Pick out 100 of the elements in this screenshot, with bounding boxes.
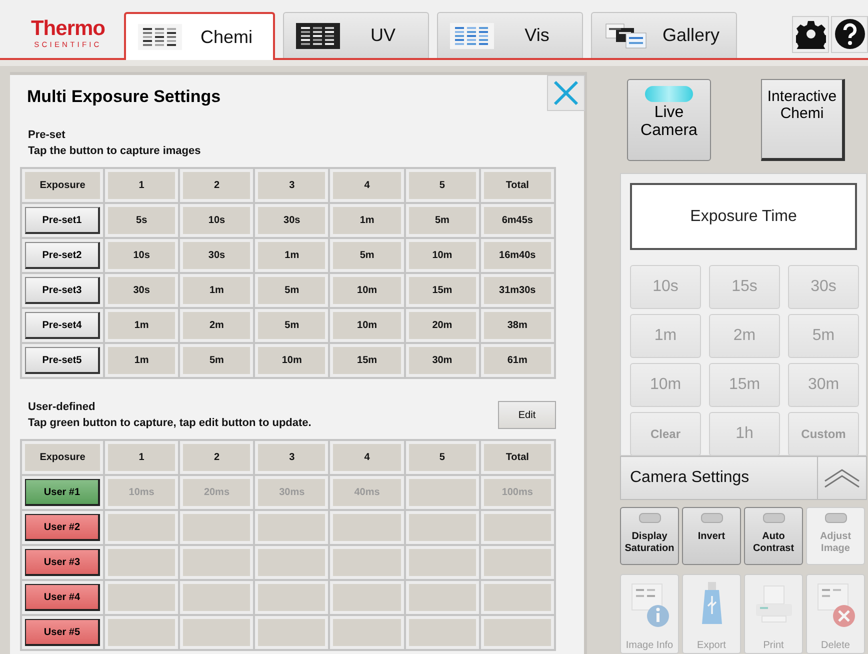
column-header: 1 xyxy=(108,172,176,199)
tab[interactable]: Vis xyxy=(437,12,583,58)
table-cell: 5m xyxy=(408,207,476,234)
table-cell: 10s xyxy=(108,242,176,269)
empty-cell xyxy=(408,619,476,646)
settings-button[interactable] xyxy=(792,16,829,52)
table-cell: 38m xyxy=(484,312,551,339)
section-heading: User-defined xyxy=(28,400,96,415)
table-cell: 10s xyxy=(183,207,250,234)
table-cell: 10ms xyxy=(108,479,176,506)
capture-button[interactable]: User #1 xyxy=(25,479,100,506)
column-header: 3 xyxy=(258,444,326,471)
edit-button[interactable]: Edit xyxy=(498,401,556,429)
empty-cell xyxy=(408,479,476,506)
preset-button[interactable]: Pre-set3 xyxy=(25,277,100,304)
empty-cell xyxy=(183,584,250,611)
empty-cell xyxy=(484,549,551,576)
table-cell: 10m xyxy=(333,277,401,304)
table-cell: 1m xyxy=(333,207,401,234)
empty-cell xyxy=(108,514,176,541)
empty-cell xyxy=(408,584,476,611)
empty-cell xyxy=(183,549,250,576)
section-hint: Tap green button to capture, tap edit button to update. xyxy=(28,416,312,431)
table-cell: 15m xyxy=(333,347,401,374)
column-header: Total xyxy=(484,444,551,471)
table-cell: 10m xyxy=(333,312,401,339)
table-cell: 5m xyxy=(258,277,326,304)
table-cell: 1m xyxy=(258,242,326,269)
column-header: 2 xyxy=(183,172,250,199)
empty-cell xyxy=(258,619,326,646)
table-cell: 20m xyxy=(408,312,476,339)
column-header: 3 xyxy=(258,172,326,199)
toggle-button[interactable]: Auto Contrast xyxy=(744,507,803,565)
capture-button[interactable]: User #3 xyxy=(25,549,100,576)
live-camera-button[interactable]: Live Camera xyxy=(627,79,711,161)
table-cell: 5m xyxy=(333,242,401,269)
toggle-button[interactable]: Invert xyxy=(682,507,741,565)
table-cell: 30s xyxy=(258,207,326,234)
gel-thumbnail-icon xyxy=(296,22,340,48)
capture-button[interactable]: User #4 xyxy=(25,584,100,611)
preset-button[interactable]: Pre-set1 xyxy=(25,207,100,234)
gel-thumbnail-icon xyxy=(138,24,182,50)
column-header: Total xyxy=(484,172,551,199)
logo-wordmark: Thermo xyxy=(30,18,105,40)
empty-cell xyxy=(333,619,401,646)
column-header: 4 xyxy=(333,172,401,199)
table-cell: 5m xyxy=(183,347,250,374)
table-cell: 1m xyxy=(183,277,250,304)
empty-cell xyxy=(333,584,401,611)
empty-cell xyxy=(258,549,326,576)
table-cell: 20ms xyxy=(183,479,250,506)
empty-cell xyxy=(108,584,176,611)
table-cell: 6m45s xyxy=(484,207,551,234)
column-header: 2 xyxy=(183,444,250,471)
dialog-title: Multi Exposure Settings xyxy=(27,87,221,108)
column-header: 5 xyxy=(408,172,476,199)
empty-cell xyxy=(258,584,326,611)
tab[interactable]: UV xyxy=(283,12,429,58)
preset-button[interactable]: Pre-set5 xyxy=(25,347,100,374)
empty-cell xyxy=(108,619,176,646)
table-cell: 10m xyxy=(258,347,326,374)
table-cell: 16m40s xyxy=(484,242,551,269)
section-hint: Tap the button to capture images xyxy=(28,144,202,159)
interactive-chemi-button[interactable]: Interactive Chemi xyxy=(761,79,845,161)
table-cell: 40ms xyxy=(333,479,401,506)
column-header: 1 xyxy=(108,444,176,471)
section-title: Camera Settings xyxy=(629,469,750,487)
empty-cell xyxy=(183,619,250,646)
exposure-time-display: Exposure Time xyxy=(630,183,857,250)
chevron-up-icon xyxy=(823,467,861,489)
preset-button[interactable]: Pre-set4 xyxy=(25,312,100,339)
close-icon xyxy=(553,80,579,106)
help-icon xyxy=(834,18,866,50)
empty-cell xyxy=(408,549,476,576)
toggle-button[interactable]: Display Saturation xyxy=(620,507,679,565)
table-cell: 30ms xyxy=(258,479,326,506)
table-cell: 61m xyxy=(484,347,551,374)
settings-icon xyxy=(796,19,826,49)
table-cell: 1m xyxy=(108,347,176,374)
table-cell: 10m xyxy=(408,242,476,269)
table-cell: 2m xyxy=(183,312,250,339)
column-header: Exposure xyxy=(25,172,100,199)
tab[interactable]: Gallery xyxy=(591,12,737,58)
table-cell: 1m xyxy=(108,312,176,339)
empty-cell xyxy=(333,514,401,541)
help-button[interactable] xyxy=(831,16,868,52)
gel-thumbnail-icon xyxy=(450,22,494,48)
gel-thumbnail-icon xyxy=(604,22,648,48)
empty-cell xyxy=(183,514,250,541)
capture-button[interactable]: User #2 xyxy=(25,514,100,541)
section-heading: Pre-set xyxy=(28,128,66,143)
preset-button[interactable]: Pre-set2 xyxy=(25,242,100,269)
empty-cell xyxy=(484,619,551,646)
table-cell: 30s xyxy=(108,277,176,304)
tab[interactable]: Chemi xyxy=(124,12,275,60)
table-cell: 15m xyxy=(408,277,476,304)
table-cell: 5m xyxy=(258,312,326,339)
column-header: 4 xyxy=(333,444,401,471)
empty-cell xyxy=(108,549,176,576)
capture-button[interactable]: User #5 xyxy=(25,619,100,646)
